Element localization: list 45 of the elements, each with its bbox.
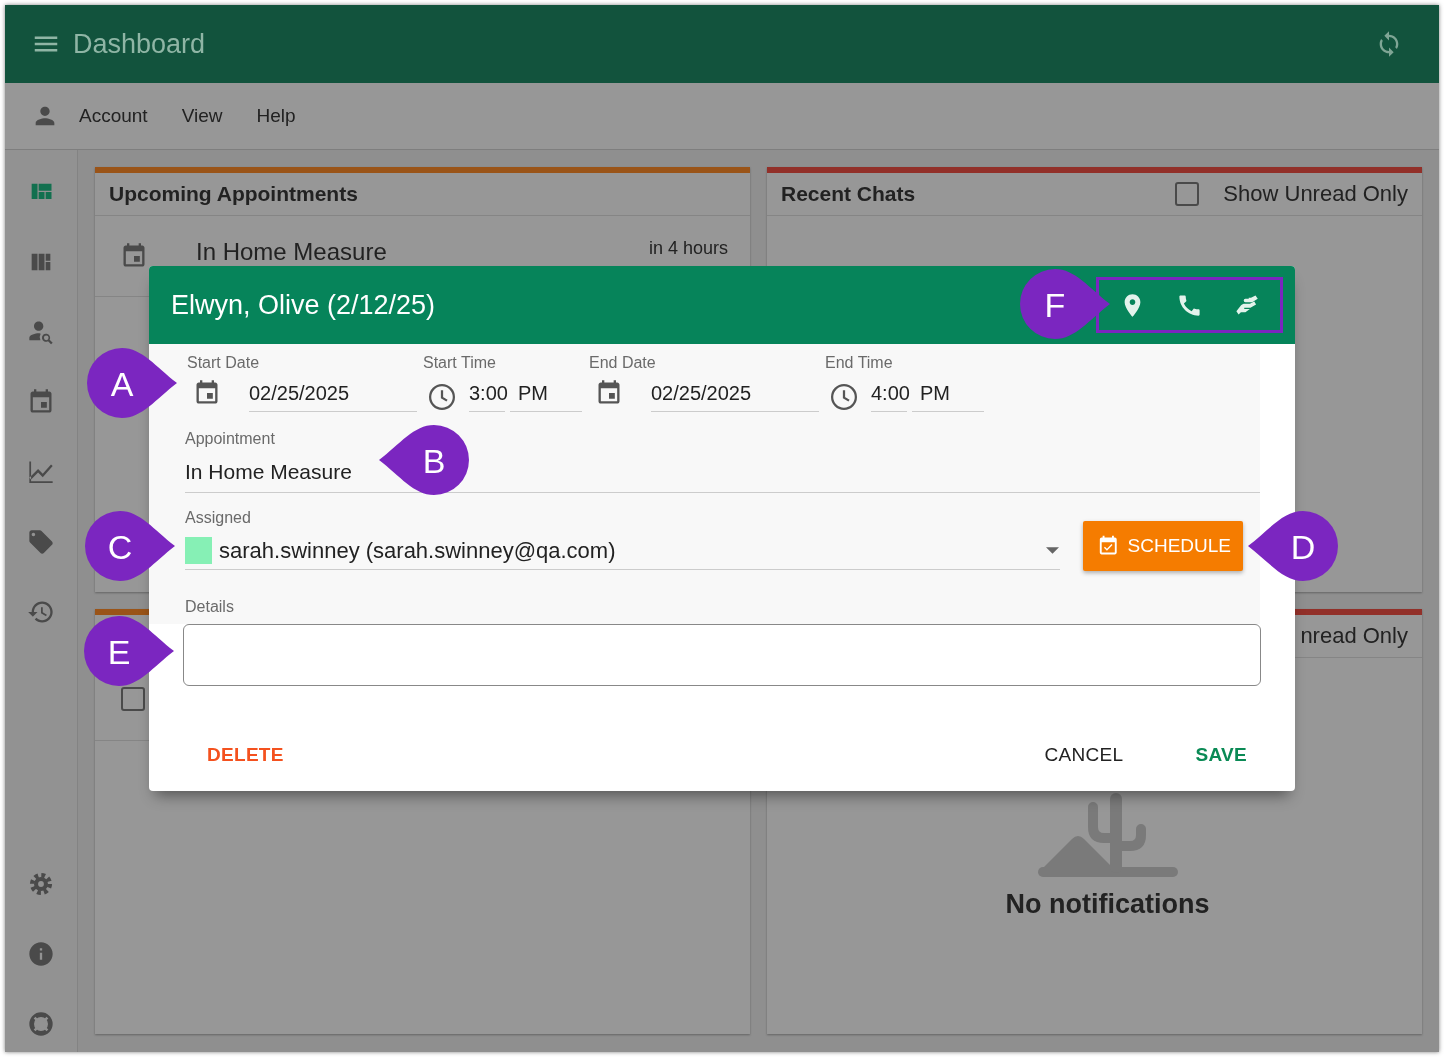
callout-marker: E (83, 615, 175, 687)
clock-icon[interactable] (829, 382, 859, 412)
field-label: Start Date (187, 354, 261, 372)
date-field[interactable]: 02/25/2025 (249, 378, 417, 412)
callout-marker: D (1247, 510, 1339, 582)
checkbox[interactable] (121, 687, 145, 711)
menu-item[interactable]: View (181, 105, 223, 127)
field-label: Start Time (423, 354, 497, 372)
assignee-value: sarah.swinney (sarah.swinney@qa.com) (219, 537, 616, 564)
lifebuoy-icon[interactable] (27, 1010, 55, 1038)
callout-marker: B (378, 424, 470, 496)
callout-marker: A (86, 347, 178, 419)
cancel-button[interactable]: CANCEL (1028, 738, 1140, 772)
assignee-select[interactable]: sarah.swinney (sarah.swinney@qa.com) (185, 537, 1060, 570)
caret-icon (1046, 547, 1059, 554)
checkbox-label: nread Only (1300, 623, 1408, 649)
time-field[interactable]: 4:00 (871, 378, 907, 412)
app-title: Dashboard (73, 28, 206, 60)
dialog-title: Elwyn, Olive (2/12/25) (171, 289, 436, 321)
details-field[interactable] (183, 624, 1261, 686)
checkbox-label: Show Unread Only (1223, 181, 1408, 207)
appointment-time: in 4 hours (648, 238, 728, 259)
card-title: Recent Chats (781, 182, 916, 206)
field-label: End Time (825, 354, 894, 372)
menu-item[interactable]: Help (256, 105, 296, 127)
info-icon[interactable] (27, 940, 55, 968)
appointment-title[interactable]: In Home Measure (196, 238, 387, 266)
time-field[interactable]: 3:00 (469, 378, 505, 412)
clock-icon[interactable] (427, 382, 457, 412)
card-title: Upcoming Appointments (109, 182, 358, 206)
tag-icon[interactable] (27, 528, 55, 556)
am-pm-field[interactable]: PM (912, 378, 984, 412)
menu-item[interactable]: Account (79, 105, 148, 127)
save-button[interactable]: SAVE (1179, 738, 1263, 772)
empty-message: No notifications (1005, 888, 1210, 920)
field-label: End Date (589, 354, 657, 372)
checkbox[interactable] (1175, 182, 1200, 206)
field-label: Assigned (185, 509, 252, 527)
settings-icon[interactable] (27, 870, 55, 898)
field-label: Details (185, 598, 235, 616)
am-pm-field[interactable]: PM (510, 378, 582, 412)
callout-marker: F (1019, 268, 1111, 340)
field-label: Appointment (185, 430, 276, 448)
date-field[interactable]: 02/25/2025 (651, 378, 819, 412)
callout-marker: C (84, 510, 176, 582)
